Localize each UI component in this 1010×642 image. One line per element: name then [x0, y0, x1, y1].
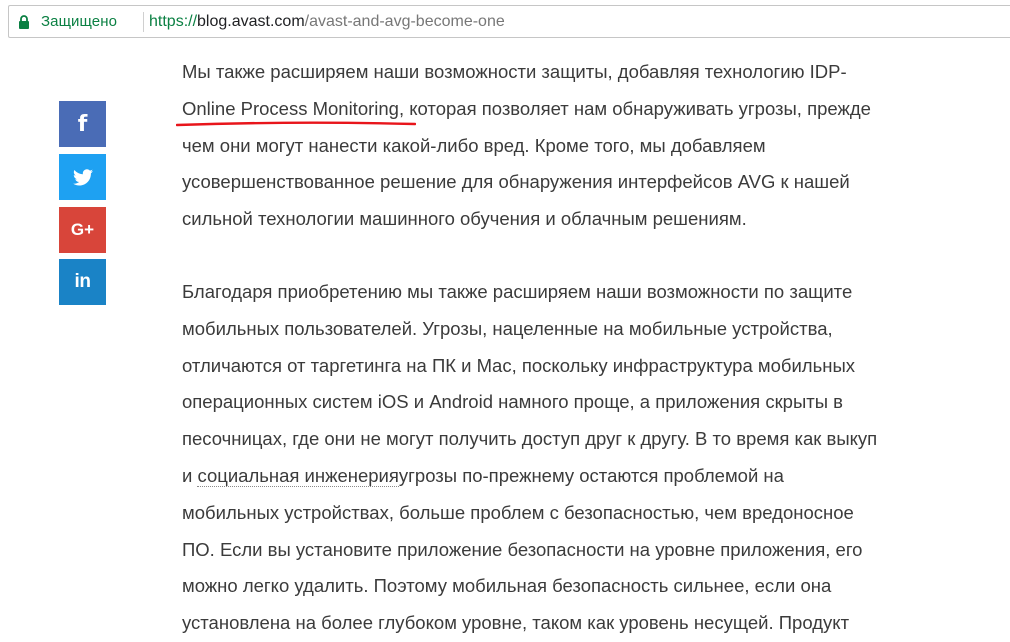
online-process-monitoring-link[interactable]: Online Process Monitoring: [182, 98, 399, 119]
paragraph-2: Благодаря приобретению мы также расширяе…: [182, 274, 982, 642]
twitter-icon: [72, 168, 93, 185]
paragraph-1: Мы также расширяем наши возможности защи…: [182, 54, 982, 238]
browser-address-bar: Защищено https://blog.avast.com/avast-an…: [0, 0, 1010, 44]
text-line: усовершенствованное решение для обнаруже…: [182, 171, 850, 193]
text-line: чем они могут нанести какой-либо вред. К…: [182, 134, 766, 156]
text-span: угрозы по-прежнему остаются проблемой на: [398, 464, 784, 486]
text-line: сильной технологии машинного обучения и …: [182, 208, 747, 230]
text-line: Благодаря приобретению мы также расширяе…: [182, 280, 853, 302]
lock-icon: [19, 15, 29, 29]
article-body: Мы также расширяем наши возможности защи…: [182, 54, 982, 642]
facebook-icon: f: [77, 111, 88, 137]
linkedin-icon: in: [74, 271, 91, 292]
text-line: и социальная инженерияугрозы по-прежнему…: [182, 458, 982, 495]
url-text[interactable]: https://blog.avast.com/avast-and-avg-bec…: [149, 12, 505, 32]
facebook-share-button[interactable]: f: [59, 101, 106, 147]
googleplus-share-button[interactable]: G+: [59, 207, 106, 253]
text-line: Мы также расширяем наши возможности защи…: [182, 61, 847, 82]
text-line: Online Process Monitoring, которая позво…: [182, 91, 982, 128]
text-line: установлена на более глубоком уровне, та…: [182, 612, 850, 634]
text-line: мобильных пользователей. Угрозы, нацелен…: [182, 317, 833, 339]
text-line: песочницах, где они не могут получить до…: [182, 428, 878, 450]
text-span: , которая позволяет нам обнаруживать угр…: [398, 97, 871, 119]
social-engineering-link[interactable]: социальная инженерия: [197, 464, 399, 487]
url-scheme: https://: [149, 13, 198, 30]
text-line: можно легко удалить. Поэтому мобильная б…: [182, 575, 832, 597]
googleplus-icon: G+: [70, 220, 95, 239]
linkedin-share-button[interactable]: in: [59, 259, 106, 305]
url-host: blog.avast.com: [197, 13, 305, 30]
text-span: и: [182, 464, 198, 486]
twitter-share-button[interactable]: [59, 154, 106, 200]
text-line: ПО. Если вы установите приложение безопа…: [182, 538, 863, 560]
omnibox[interactable]: Защищено https://blog.avast.com/avast-an…: [8, 5, 1010, 38]
text-line: отличаются от таргетинга на ПК и Mac, по…: [182, 354, 856, 376]
text-line: операционных систем iOS и Android намног…: [182, 391, 843, 413]
url-path: /avast-and-avg-become-one: [304, 13, 505, 30]
text-line: мобильных устройствах, больше проблем с …: [182, 501, 854, 523]
secure-label[interactable]: Защищено: [41, 12, 117, 32]
address-separator: [143, 12, 144, 32]
